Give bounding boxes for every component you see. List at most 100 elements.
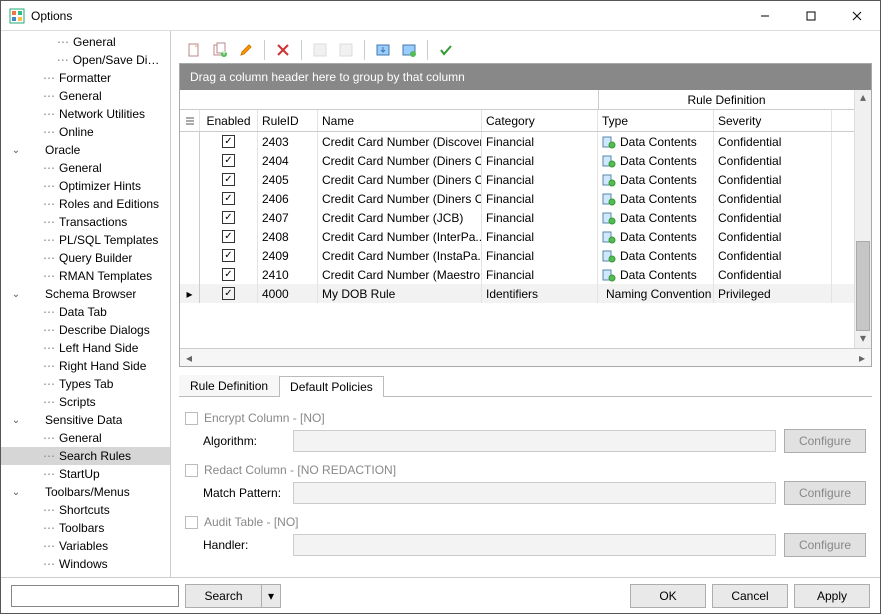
scroll-thumb[interactable] <box>856 241 870 331</box>
maximize-button[interactable] <box>788 1 834 31</box>
tab-rule-definition[interactable]: Rule Definition <box>179 375 279 396</box>
ok-button[interactable]: OK <box>630 584 706 608</box>
checkbox-icon[interactable]: ✓ <box>222 173 235 186</box>
checkbox-icon[interactable]: ✓ <box>222 211 235 224</box>
tree-item[interactable]: ⋯StartUp <box>1 465 170 483</box>
grid-vertical-scroll[interactable]: ▴ ▾ <box>854 90 871 348</box>
col-severity[interactable]: Severity <box>714 110 832 131</box>
table-row[interactable]: ✓2410Credit Card Number (Maestro...Finan… <box>180 265 871 284</box>
tree-item[interactable]: ⋯Formatter <box>1 69 170 87</box>
options-tree[interactable]: ⋯General⋯Open/Save Dial...⋯Formatter⋯Gen… <box>1 31 170 577</box>
cell-enabled[interactable]: ✓ <box>200 151 258 170</box>
tree-item[interactable]: ⌄Toolbars/Menus <box>1 483 170 501</box>
col-type[interactable]: Type <box>598 110 714 131</box>
search-dropdown-button[interactable]: ▾ <box>261 584 281 608</box>
indicator-column[interactable] <box>180 110 200 131</box>
tree-item-label: Oracle <box>45 143 80 157</box>
minimize-button[interactable] <box>742 1 788 31</box>
tree-item[interactable]: ⋯Network Utilities <box>1 105 170 123</box>
cell-enabled[interactable]: ✓ <box>200 284 258 303</box>
scroll-down-icon[interactable]: ▾ <box>855 331 871 348</box>
tree-item[interactable]: ⋯Online <box>1 123 170 141</box>
scroll-left-icon[interactable]: ◂ <box>180 351 198 365</box>
table-row[interactable]: ✓2403Credit Card Number (Discover)Financ… <box>180 132 871 151</box>
tree-item[interactable]: ⋯Search Rules <box>1 447 170 465</box>
tree-item[interactable]: ⋯General <box>1 33 170 51</box>
tree-item[interactable]: ⌄Schema Browser <box>1 285 170 303</box>
edit-rule-button[interactable] <box>235 39 257 61</box>
table-row[interactable]: ✓2406Credit Card Number (Diners C...Fina… <box>180 189 871 208</box>
col-ruleid[interactable]: RuleID <box>258 110 318 131</box>
close-button[interactable] <box>834 1 880 31</box>
checkbox-icon[interactable]: ✓ <box>222 268 235 281</box>
validate-button[interactable] <box>435 39 457 61</box>
cell-enabled[interactable]: ✓ <box>200 170 258 189</box>
tree-item-label: Data Tab <box>59 305 107 319</box>
tree-item[interactable]: ⋯Optimizer Hints <box>1 177 170 195</box>
tree-item[interactable]: ⋯General <box>1 87 170 105</box>
table-row[interactable]: ✓2404Credit Card Number (Diners C...Fina… <box>180 151 871 170</box>
cell-enabled[interactable]: ✓ <box>200 265 258 284</box>
table-row[interactable]: ✓2408Credit Card Number (InterPa...Finan… <box>180 227 871 246</box>
export-button[interactable] <box>398 39 420 61</box>
cell-enabled[interactable]: ✓ <box>200 227 258 246</box>
tree-item[interactable]: ⋯Describe Dialogs <box>1 321 170 339</box>
grid-body[interactable]: ✓2403Credit Card Number (Discover)Financ… <box>180 132 871 348</box>
cell-enabled[interactable]: ✓ <box>200 208 258 227</box>
tab-default-policies[interactable]: Default Policies <box>279 376 384 397</box>
cell-ruleid: 4000 <box>258 284 318 303</box>
group-by-bar[interactable]: Drag a column header here to group by th… <box>180 64 871 90</box>
checkbox-icon[interactable]: ✓ <box>222 287 235 300</box>
grid-horizontal-scroll[interactable]: ◂ ▸ <box>180 348 871 366</box>
tree-dots-icon: ⋯ <box>37 179 59 193</box>
audit-checkbox[interactable] <box>185 516 198 529</box>
delete-rule-button[interactable] <box>272 39 294 61</box>
new-rule-button[interactable] <box>183 39 205 61</box>
tree-item[interactable]: ⋯Left Hand Side <box>1 339 170 357</box>
checkbox-icon[interactable]: ✓ <box>222 192 235 205</box>
tree-item[interactable]: ⋯Windows <box>1 555 170 573</box>
table-row[interactable]: ✓2409Credit Card Number (InstaPa...Finan… <box>180 246 871 265</box>
cell-enabled[interactable]: ✓ <box>200 246 258 265</box>
table-row[interactable]: ✓2405Credit Card Number (Diners C...Fina… <box>180 170 871 189</box>
tree-dots-icon: ⋯ <box>37 161 59 175</box>
tree-item[interactable]: ⋯Roles and Editions <box>1 195 170 213</box>
table-row[interactable]: ✓2407Credit Card Number (JCB)FinancialDa… <box>180 208 871 227</box>
cell-enabled[interactable]: ✓ <box>200 132 258 151</box>
redact-checkbox[interactable] <box>185 464 198 477</box>
import-button[interactable] <box>372 39 394 61</box>
col-enabled[interactable]: Enabled <box>200 110 258 131</box>
col-category[interactable]: Category <box>482 110 598 131</box>
tree-item[interactable]: ⋯Data Tab <box>1 303 170 321</box>
tree-item[interactable]: ⋯Types Tab <box>1 375 170 393</box>
cancel-button[interactable]: Cancel <box>712 584 788 608</box>
tree-item[interactable]: ⋯General <box>1 429 170 447</box>
tree-item[interactable]: ⋯Variables <box>1 537 170 555</box>
copy-rule-button[interactable]: + <box>209 39 231 61</box>
tree-item[interactable]: ⋯Right Hand Side <box>1 357 170 375</box>
search-input[interactable] <box>11 585 179 607</box>
encrypt-checkbox[interactable] <box>185 412 198 425</box>
apply-button[interactable]: Apply <box>794 584 870 608</box>
tree-item[interactable]: ⋯PL/SQL Templates <box>1 231 170 249</box>
tree-item[interactable]: ⌄Oracle <box>1 141 170 159</box>
scroll-right-icon[interactable]: ▸ <box>853 351 871 365</box>
checkbox-icon[interactable]: ✓ <box>222 249 235 262</box>
tree-item[interactable]: ⋯Shortcuts <box>1 501 170 519</box>
table-row[interactable]: ▸✓4000My DOB RuleIdentifiersNaming Conve… <box>180 284 871 303</box>
tree-item[interactable]: ⋯Query Builder <box>1 249 170 267</box>
tree-item[interactable]: ⋯Toolbars <box>1 519 170 537</box>
cell-enabled[interactable]: ✓ <box>200 189 258 208</box>
checkbox-icon[interactable]: ✓ <box>222 230 235 243</box>
tree-item[interactable]: ⋯RMAN Templates <box>1 267 170 285</box>
checkbox-icon[interactable]: ✓ <box>222 135 235 148</box>
search-button[interactable]: Search <box>185 584 261 608</box>
tree-item[interactable]: ⋯Scripts <box>1 393 170 411</box>
col-name[interactable]: Name <box>318 110 482 131</box>
checkbox-icon[interactable]: ✓ <box>222 154 235 167</box>
tree-item[interactable]: ⋯General <box>1 159 170 177</box>
tree-item[interactable]: ⌄Sensitive Data <box>1 411 170 429</box>
scroll-up-icon[interactable]: ▴ <box>855 90 871 107</box>
tree-item[interactable]: ⋯Open/Save Dial... <box>1 51 170 69</box>
tree-item[interactable]: ⋯Transactions <box>1 213 170 231</box>
